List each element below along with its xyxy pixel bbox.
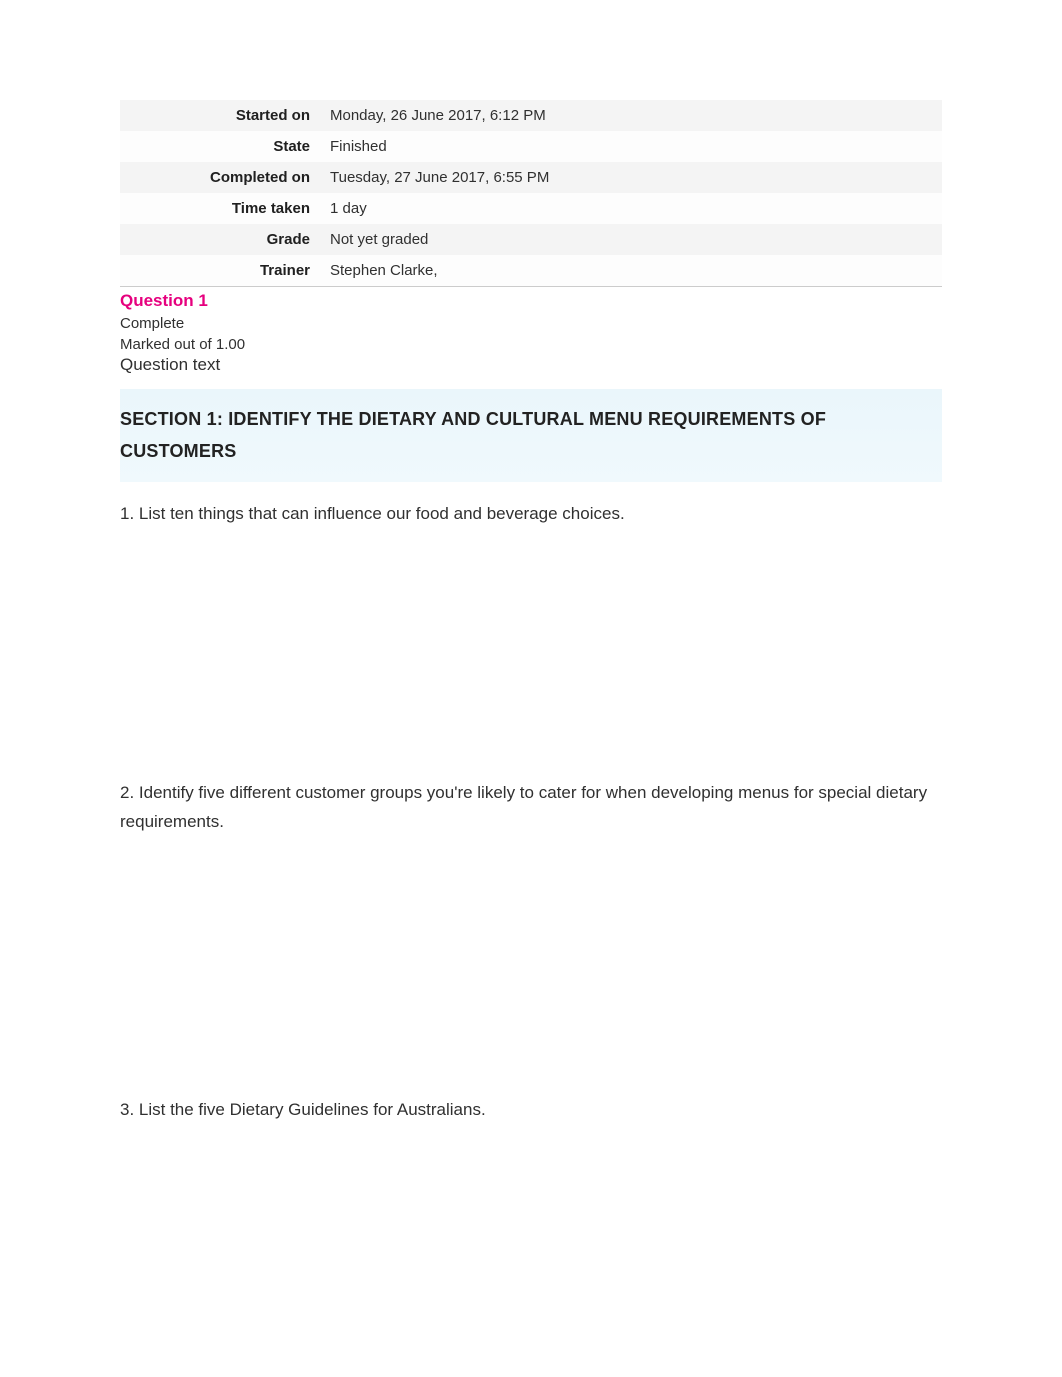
question-heading: Question 1 [120,291,942,311]
state-value: Finished [320,131,942,162]
started-on-value: Monday, 26 June 2017, 6:12 PM [320,100,942,131]
completed-on-label: Completed on [120,162,320,193]
time-taken-value: 1 day [320,193,942,224]
started-on-label: Started on [120,100,320,131]
question-text-heading: Question text [120,355,942,375]
table-row: Grade Not yet graded [120,224,942,255]
section-title: SECTION 1: IDENTIFY THE DIETARY AND CULT… [120,403,942,468]
question-3-text: 3. List the five Dietary Guidelines for … [120,1096,942,1125]
grade-label: Grade [120,224,320,255]
table-row: Time taken 1 day [120,193,942,224]
grade-value: Not yet graded [320,224,942,255]
section-box: SECTION 1: IDENTIFY THE DIETARY AND CULT… [120,389,942,482]
table-row: State Finished [120,131,942,162]
question-status: Complete [120,315,942,332]
question-1-text: 1. List ten things that can influence ou… [120,500,942,529]
time-taken-label: Time taken [120,193,320,224]
table-row: Trainer Stephen Clarke, [120,255,942,287]
question-2-text: 2. Identify five different customer grou… [120,779,942,837]
completed-on-value: Tuesday, 27 June 2017, 6:55 PM [320,162,942,193]
trainer-label: Trainer [120,255,320,287]
state-label: State [120,131,320,162]
question-marked: Marked out of 1.00 [120,336,942,353]
attempt-info-table: Started on Monday, 26 June 2017, 6:12 PM… [120,100,942,287]
trainer-value: Stephen Clarke, [320,255,942,287]
table-row: Started on Monday, 26 June 2017, 6:12 PM [120,100,942,131]
table-row: Completed on Tuesday, 27 June 2017, 6:55… [120,162,942,193]
